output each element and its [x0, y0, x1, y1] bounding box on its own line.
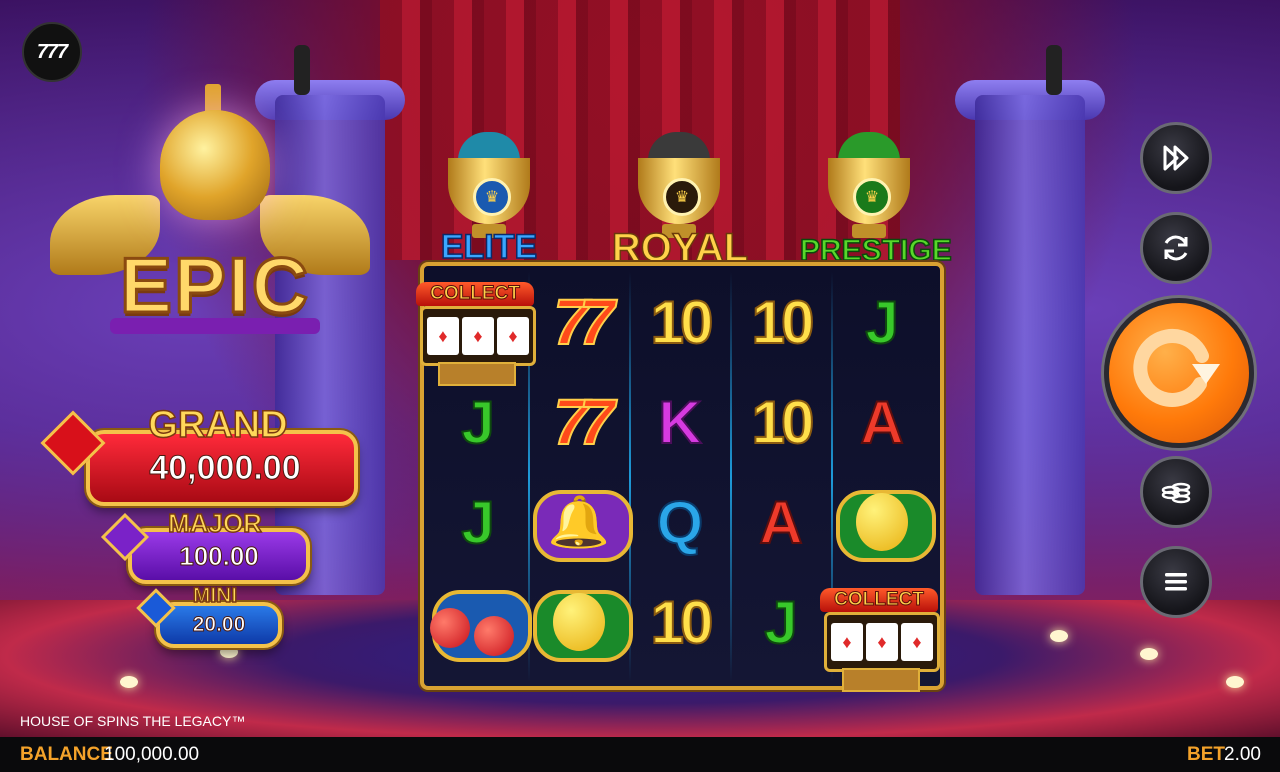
reel-symbol-j: J: [763, 588, 798, 657]
reel-symbol-seven: 77: [529, 272, 629, 372]
epic-title: EPIC: [118, 240, 311, 331]
spotlight-right: [1046, 45, 1062, 95]
reel-symbol-bell: 🔔: [529, 472, 633, 572]
crown-gold-icon: ♛: [663, 178, 701, 216]
cherry-icon: [474, 616, 514, 656]
coins-icon: [1161, 482, 1191, 504]
cherry-icon: [430, 608, 470, 648]
jackpot-mini-label: MINI: [192, 583, 238, 608]
collect-label: COLLECT: [416, 282, 534, 306]
diamond-icon: ♦: [866, 623, 898, 661]
jackpot-mini-value: 20.00: [192, 613, 246, 637]
turbo-button[interactable]: [1140, 122, 1212, 194]
reel-symbol-j: J: [460, 388, 495, 457]
reel-symbol-collect: COLLECT ♦ ♦ ♦: [416, 282, 536, 386]
collect-base: [842, 668, 920, 692]
reel-symbol-10: 10: [650, 588, 715, 657]
reel-symbol-10: 10: [650, 288, 715, 357]
lemon-icon: [553, 593, 605, 651]
footer-bar: BALANCE 100,000.00 BET 2.00: [0, 737, 1280, 772]
trophy-royal: ♛: [624, 128, 734, 238]
epic-crown-icon: [160, 110, 270, 220]
collect-windows: ♦ ♦ ♦: [420, 306, 536, 366]
stage-light: [1140, 648, 1158, 660]
pillar-right: [975, 95, 1085, 595]
spin-button[interactable]: [1104, 298, 1254, 448]
spotlight-left: [294, 45, 310, 95]
bet-button[interactable]: [1140, 456, 1212, 528]
reel-symbol-seven: 77: [529, 372, 629, 472]
jackpot-major-label: MAJOR: [167, 507, 262, 539]
game-title: HOUSE OF SPINS THE LEGACY™: [20, 713, 246, 729]
trophy-prestige: ♛: [814, 128, 924, 238]
seven-glyph: 7: [578, 385, 615, 459]
stage-light: [1050, 630, 1068, 642]
stage-light: [120, 676, 138, 688]
reel-symbol-j: J: [460, 488, 495, 557]
bell-icon: 🔔: [547, 493, 611, 550]
reel-symbol-q: Q: [656, 488, 705, 557]
autoplay-icon: [1164, 235, 1188, 261]
stage-light: [1226, 676, 1244, 688]
menu-icon: [1165, 573, 1187, 591]
crown-green-icon: ♛: [853, 178, 891, 216]
reel-symbol-10: 10: [751, 388, 816, 457]
diamond-icon: ♦: [462, 317, 494, 355]
lemon-icon: [856, 493, 908, 551]
bet-value: 2.00: [1224, 744, 1261, 765]
seven-glyph: 7: [552, 285, 589, 359]
game-logo-777[interactable]: 777: [22, 22, 82, 82]
reel-symbol-cherry: [428, 572, 532, 672]
diamond-icon: ♦: [901, 623, 933, 661]
balance-value: 100,000.00: [104, 744, 200, 765]
seven-glyph: 7: [578, 285, 615, 359]
diamond-icon: ♦: [427, 317, 459, 355]
reel-symbol-collect: COLLECT ♦ ♦ ♦: [820, 588, 940, 692]
jackpot-grand-label: GRAND: [148, 403, 289, 447]
epic-ribbon: [110, 318, 320, 334]
seven-glyph: 7: [552, 385, 589, 459]
balance-label: BALANCE: [20, 744, 113, 765]
reel-symbol-a: A: [758, 488, 803, 557]
collect-base: [438, 362, 516, 386]
collect-windows: ♦ ♦ ♦: [824, 612, 940, 672]
trophy-elite: ♛: [434, 128, 544, 238]
autoplay-button[interactable]: [1140, 212, 1212, 284]
reel-symbol-j: J: [864, 288, 899, 357]
collect-label: COLLECT: [820, 588, 938, 612]
reel-symbol-k: K: [657, 388, 702, 457]
jackpot-major-value: 100.00: [179, 541, 260, 572]
menu-button[interactable]: [1140, 546, 1212, 618]
bet-label: BET: [1187, 744, 1225, 765]
reel-symbol-lemon: [529, 572, 633, 672]
diamond-icon: ♦: [497, 317, 529, 355]
spin-arrow-icon: [1133, 328, 1220, 407]
diamond-icon: ♦: [831, 623, 863, 661]
crown-blue-icon: ♛: [473, 178, 511, 216]
reel-symbol-10: 10: [751, 288, 816, 357]
fast-forward-icon: [1163, 145, 1189, 171]
reel-symbol-lemon: [832, 472, 936, 572]
reel-symbol-a: A: [859, 388, 904, 457]
